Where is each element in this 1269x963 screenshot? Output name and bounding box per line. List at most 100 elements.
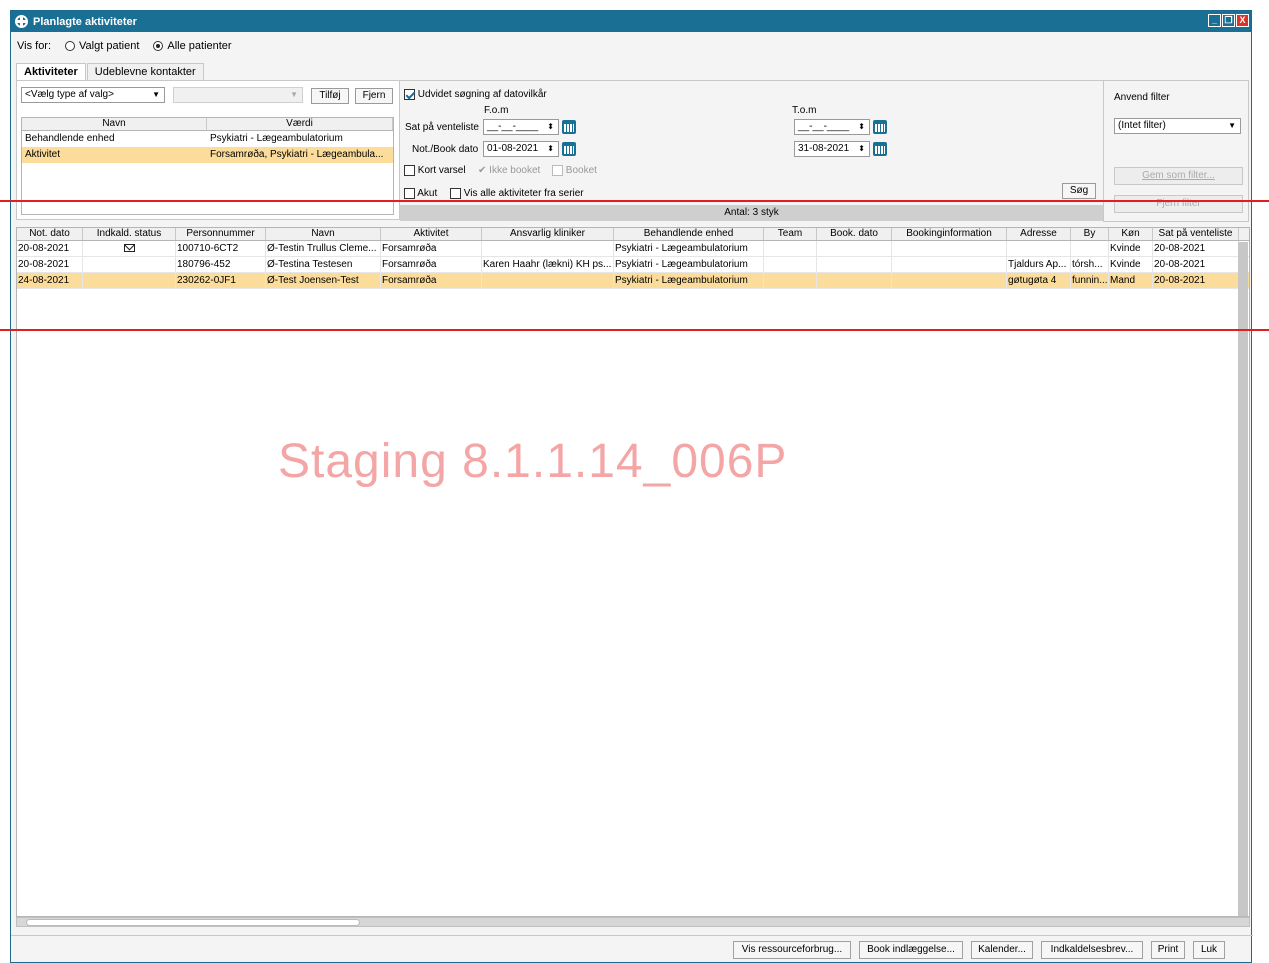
- fom-label: F.o.m: [484, 105, 509, 116]
- kalender-button[interactable]: Kalender...: [971, 941, 1033, 959]
- cell: [764, 273, 817, 288]
- filter-select-value: (Intet filter): [1118, 120, 1166, 131]
- vertical-scrollbar[interactable]: [1238, 242, 1248, 916]
- cell: 20-08-2021: [1153, 257, 1239, 272]
- grid-header: Not. dato Indkald. status Personnummer N…: [17, 228, 1249, 241]
- checkbox-label: Vis alle aktiviteter fra serier: [463, 188, 584, 200]
- envelope-icon: [124, 244, 135, 253]
- col-bookinginformation[interactable]: Bookinginformation: [892, 228, 1007, 240]
- col-aktivitet[interactable]: Aktivitet: [381, 228, 482, 240]
- field-value: 01-08-2021: [487, 143, 539, 154]
- col-team[interactable]: Team: [764, 228, 817, 240]
- checkbox-label: Kort varsel: [417, 165, 466, 177]
- col-not-dato[interactable]: Not. dato: [17, 228, 83, 240]
- calendar-icon[interactable]: [562, 120, 576, 134]
- tab-udeblevne-kontakter[interactable]: Udeblevne kontakter: [86, 63, 204, 80]
- fjern-filter-button[interactable]: Fjern filter: [1114, 195, 1243, 213]
- criteria-row[interactable]: Aktivitet Forsamrøða, Psykiatri - Lægeam…: [22, 147, 393, 163]
- field-value: __-__-____: [487, 121, 539, 132]
- col-vaerdi[interactable]: Værdi: [207, 118, 393, 130]
- tilfoj-button[interactable]: Tilføj: [311, 88, 349, 104]
- col-by[interactable]: By: [1071, 228, 1109, 240]
- date-search-panel: Udvidet søgning af datovilkår F.o.m T.o.…: [400, 80, 1103, 221]
- tab-aktiviteter[interactable]: Aktiviteter: [16, 63, 86, 80]
- fjern-button[interactable]: Fjern: [355, 88, 393, 104]
- cell: [892, 241, 1007, 256]
- calendar-icon[interactable]: [873, 120, 887, 134]
- scrollbar-thumb[interactable]: [26, 919, 360, 926]
- calendar-icon[interactable]: [562, 142, 576, 156]
- checkbox-label: Booket: [565, 165, 597, 177]
- sat-fom-field[interactable]: __-__-____ ⬍: [483, 119, 559, 135]
- cell: tórsh...: [1071, 257, 1109, 272]
- udvidet-checkbox[interactable]: Udvidet søgning af datovilkår: [404, 89, 547, 100]
- restore-button[interactable]: ❐: [1222, 14, 1235, 27]
- cell: 20-08-2021: [1153, 241, 1239, 256]
- horizontal-scrollbar[interactable]: [16, 917, 1250, 927]
- luk-button[interactable]: Luk: [1193, 941, 1225, 959]
- close-button[interactable]: X: [1236, 14, 1249, 27]
- field-value: __-__-____: [798, 121, 850, 132]
- cell: [1007, 241, 1071, 256]
- red-guide-line: [0, 200, 1269, 202]
- cell: [482, 273, 614, 288]
- cell: 180796-452: [176, 257, 266, 272]
- checkbox-icon: [404, 89, 415, 100]
- minimize-button[interactable]: _: [1208, 14, 1221, 27]
- not-fom-field[interactable]: 01-08-2021 ⬍: [483, 141, 559, 157]
- indkaldelsesbrev-button[interactable]: Indkaldelsesbrev...: [1041, 941, 1143, 959]
- ikke-booket-checkbox[interactable]: ✔ Ikke booket: [478, 165, 540, 176]
- table-row[interactable]: 20-08-2021 100710-6CT2 Ø-Testin Trullus …: [17, 241, 1249, 257]
- value-select[interactable]: ▼: [173, 87, 303, 103]
- radio-label: Alle patienter: [167, 40, 232, 52]
- table-row[interactable]: 20-08-2021 180796-452 Ø-Testina Testesen…: [17, 257, 1249, 273]
- gem-filter-button[interactable]: Gem som filter...: [1114, 167, 1243, 185]
- book-indlaeggelse-button[interactable]: Book indlæggelse...: [859, 941, 963, 959]
- col-behandlende-enhed[interactable]: Behandlende enhed: [614, 228, 764, 240]
- col-personnummer[interactable]: Personnummer: [176, 228, 266, 240]
- sat-tom-field[interactable]: __-__-____ ⬍: [794, 119, 870, 135]
- vis-alle-checkbox[interactable]: Vis alle aktiviteter fra serier: [450, 188, 584, 199]
- col-navn[interactable]: Navn: [266, 228, 381, 240]
- col-book-dato[interactable]: Book. dato: [817, 228, 892, 240]
- table-row[interactable]: 24-08-2021 230262-0JF1 Ø-Test Joensen-Te…: [17, 273, 1249, 289]
- radio-circle-icon: [153, 41, 164, 51]
- col-kon[interactable]: Køn: [1109, 228, 1153, 240]
- cell: 100710-6CT2: [176, 241, 266, 256]
- cell: Ø-Testina Testesen: [266, 257, 381, 272]
- cell: Forsamrøða, Psykiatri - Lægeambula...: [210, 149, 384, 160]
- window-title: Planlagte aktiviteter: [33, 15, 137, 28]
- calendar-icon[interactable]: [873, 142, 887, 156]
- cell: 20-08-2021: [17, 257, 83, 272]
- cell: [892, 257, 1007, 272]
- col-navn[interactable]: Navn: [22, 118, 207, 130]
- checkbox-icon: [552, 165, 563, 176]
- criteria-row[interactable]: Behandlende enhed Psykiatri - Lægeambula…: [22, 131, 393, 147]
- staging-watermark: Staging 8.1.1.14_006P: [278, 435, 788, 488]
- col-ansvarlig-kliniker[interactable]: Ansvarlig kliniker: [482, 228, 614, 240]
- cell: Psykiatri - Lægeambulatorium: [614, 241, 764, 256]
- sog-button[interactable]: Søg: [1062, 183, 1096, 199]
- col-indkald-status[interactable]: Indkald. status: [83, 228, 176, 240]
- result-count: Antal: 3 styk: [400, 205, 1103, 221]
- app-cross-icon: [15, 15, 28, 28]
- tab-bar: Aktiviteter Udeblevne kontakter: [16, 63, 205, 80]
- filter-select[interactable]: (Intet filter) ▼: [1114, 118, 1241, 134]
- not-tom-field[interactable]: 31-08-2021 ⬍: [794, 141, 870, 157]
- kort-varsel-checkbox[interactable]: Kort varsel: [404, 165, 466, 176]
- anvend-filter-label: Anvend filter: [1114, 92, 1170, 103]
- cell: Karen Haahr (lækni) KH ps...: [482, 257, 614, 272]
- radio-alle-patienter[interactable]: Alle patienter: [153, 40, 232, 52]
- print-button[interactable]: Print: [1151, 941, 1185, 959]
- booket-checkbox[interactable]: Booket: [552, 165, 597, 176]
- radio-valgt-patient[interactable]: Valgt patient: [65, 40, 139, 52]
- akut-checkbox[interactable]: Akut: [404, 188, 437, 199]
- cell: Forsamrøða: [381, 257, 482, 272]
- col-sat-pa-venteliste[interactable]: Sat på venteliste: [1153, 228, 1239, 240]
- cell: 20-08-2021: [17, 241, 83, 256]
- spin-icon: ⬍: [547, 122, 554, 131]
- vis-ressourceforbrug-button[interactable]: Vis ressourceforbrug...: [733, 941, 851, 959]
- col-adresse[interactable]: Adresse: [1007, 228, 1071, 240]
- type-select[interactable]: <Vælg type af valg> ▼: [21, 87, 165, 103]
- not-label: Not./Book dato: [412, 144, 479, 155]
